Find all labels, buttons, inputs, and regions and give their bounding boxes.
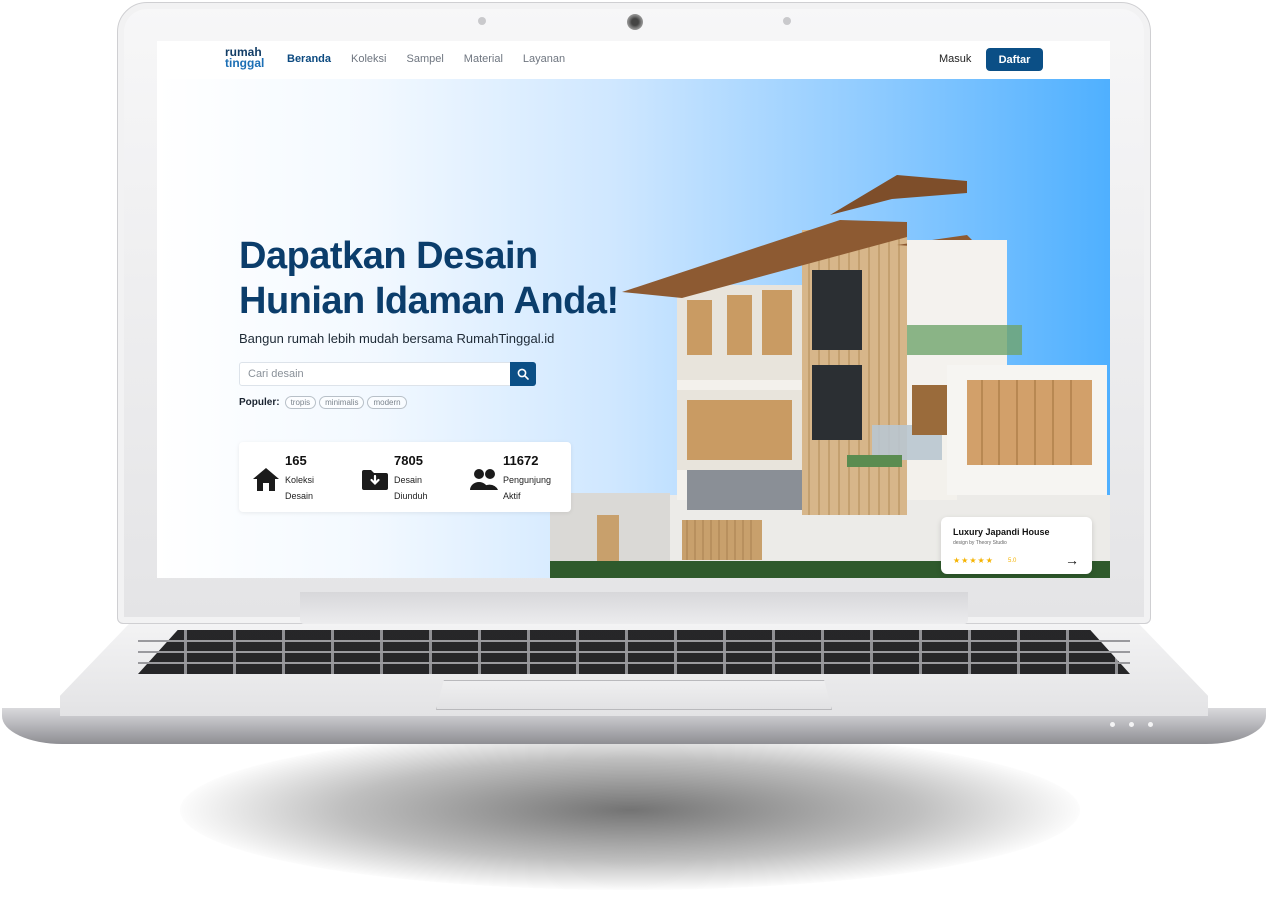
laptop-hinge [300, 592, 968, 624]
stat-value: 7805 [394, 453, 423, 468]
webcam [627, 14, 643, 30]
stat-label-line: Desain [285, 491, 314, 501]
search-bar [239, 362, 536, 386]
laptop-trackpad [436, 680, 832, 710]
stats-card: 165 Koleksi Desain 7805 Desain Diunduh 1… [239, 442, 571, 512]
brand-logo[interactable]: rumah tinggal [225, 46, 265, 70]
laptop-shadow [180, 730, 1080, 890]
popular-label: Populer: [239, 397, 280, 408]
stat-label-line: Desain [394, 475, 423, 485]
rating-value: 5.0 [1008, 558, 1017, 564]
status-led [1110, 722, 1115, 727]
headline-line-1: Dapatkan Desain [239, 235, 538, 277]
rating-stars: ★★★★★ [953, 556, 994, 565]
featured-byline: design by Theory Studio [953, 540, 1007, 546]
hero-subtitle: Bangun rumah lebih mudah bersama RumahTi… [239, 331, 555, 346]
stat-label: Koleksi Desain [285, 472, 345, 504]
featured-design-card[interactable]: Luxury Japandi House design by Theory St… [941, 517, 1092, 574]
hero-section: Dapatkan Desain Hunian Idaman Anda! Bang… [157, 79, 1110, 578]
nav-link-material[interactable]: Material [464, 53, 503, 65]
hero-headline: Dapatkan Desain Hunian Idaman Anda! [239, 234, 619, 324]
stat-label: Desain Diunduh [394, 472, 454, 504]
arrow-right-icon[interactable]: → [1065, 552, 1079, 568]
nav-link-sampel[interactable]: Sampel [407, 53, 444, 65]
stat-label-line: Aktif [503, 491, 521, 501]
login-link[interactable]: Masuk [939, 53, 971, 65]
headline-line-2: Hunian Idaman Anda! [239, 280, 619, 322]
tag-chip-tropis[interactable]: tropis [284, 396, 317, 409]
nav-link-layanan[interactable]: Layanan [523, 53, 565, 65]
users-icon [470, 469, 498, 490]
keyboard-row-gap [138, 651, 1130, 653]
stat-value: 11672 [503, 453, 539, 468]
search-icon [517, 368, 529, 380]
stat-label-line: Diunduh [394, 491, 428, 501]
featured-title: Luxury Japandi House [953, 527, 1050, 537]
tag-chip-minimalis[interactable]: minimalis [319, 396, 365, 409]
logo-line-2: tinggal [225, 56, 265, 70]
status-led [1148, 722, 1153, 727]
top-navbar: rumah tinggal Beranda Koleksi Sampel Mat… [157, 41, 1110, 79]
nav-link-koleksi[interactable]: Koleksi [351, 53, 386, 65]
search-button[interactable] [510, 362, 536, 386]
stat-label-line: Pengunjung [503, 475, 552, 485]
laptop-screen: rumah tinggal Beranda Koleksi Sampel Mat… [157, 41, 1110, 578]
nav-link-beranda[interactable]: Beranda [287, 53, 331, 65]
sensor-dot [783, 17, 791, 25]
stat-label: Pengunjung Aktif [503, 472, 563, 504]
sensor-dot [478, 17, 486, 25]
house-icon [253, 468, 279, 491]
search-input[interactable] [240, 363, 510, 385]
folder-download-icon [362, 470, 388, 490]
nav-links: Beranda Koleksi Sampel Material Layanan [287, 53, 565, 65]
tag-chip-modern[interactable]: modern [367, 396, 407, 409]
status-led [1129, 722, 1134, 727]
stat-value: 165 [285, 453, 307, 468]
keyboard-row-gap [138, 640, 1130, 642]
stat-label-line: Koleksi [285, 475, 315, 485]
keyboard-row-gap [138, 662, 1130, 664]
popular-tags: Populer: tropis minimalis modern [239, 396, 407, 409]
register-button[interactable]: Daftar [986, 48, 1043, 71]
